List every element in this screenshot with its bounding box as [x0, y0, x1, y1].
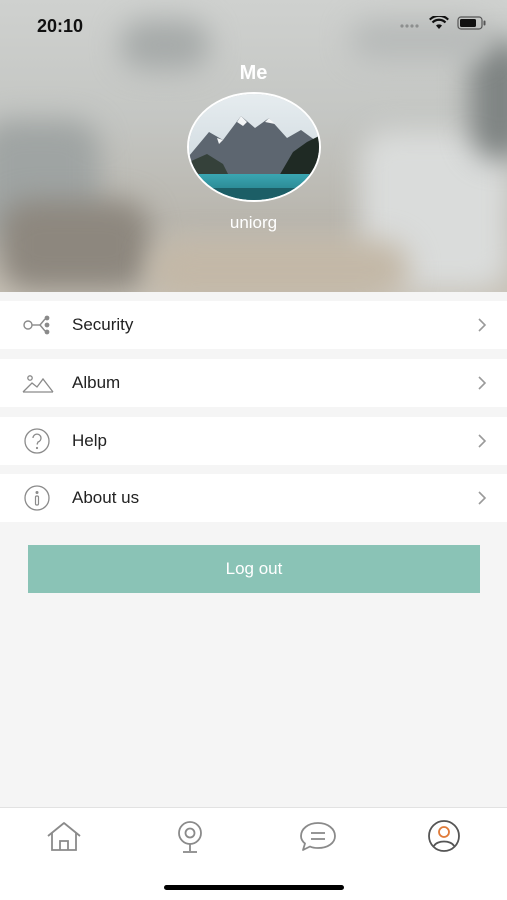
avatar[interactable]: [187, 92, 321, 202]
wifi-icon: [429, 16, 449, 29]
info-icon: [24, 485, 50, 511]
profile-header: 20:10 Me uniorg: [0, 0, 507, 292]
home-icon[interactable]: [44, 820, 84, 854]
chat-icon[interactable]: [298, 820, 338, 854]
avatar-image: [189, 94, 319, 200]
menu-item-label: About us: [72, 488, 140, 507]
menu-item-label: Help: [72, 431, 107, 450]
page-title: Me: [239, 62, 268, 84]
menu-item-album[interactable]: Album: [0, 359, 507, 407]
battery-icon: [457, 16, 486, 30]
username: uniorg: [229, 213, 278, 232]
menu-item-security[interactable]: Security: [0, 301, 507, 349]
menu-item-help[interactable]: Help: [0, 417, 507, 465]
camera-icon[interactable]: [170, 820, 210, 854]
help-question-icon: [24, 428, 50, 454]
album-image-icon: [22, 375, 54, 393]
status-bar: 20:10: [0, 0, 507, 50]
header-background-shape: [150, 240, 410, 292]
menu-item-about[interactable]: About us: [0, 474, 507, 522]
menu-item-label: Album: [72, 373, 121, 392]
cellular-signal-icon: [400, 24, 419, 28]
chevron-right-icon: [478, 318, 487, 332]
home-indicator: [164, 885, 344, 890]
status-icons: [399, 16, 487, 30]
user-icon[interactable]: [424, 820, 464, 854]
security-share-icon: [23, 315, 50, 335]
menu-item-label: Security: [72, 315, 134, 334]
chevron-right-icon: [478, 376, 487, 390]
chevron-right-icon: [478, 491, 487, 505]
logout-button[interactable]: Log out: [28, 545, 480, 593]
status-time: 20:10: [37, 16, 84, 36]
chevron-right-icon: [478, 434, 487, 448]
